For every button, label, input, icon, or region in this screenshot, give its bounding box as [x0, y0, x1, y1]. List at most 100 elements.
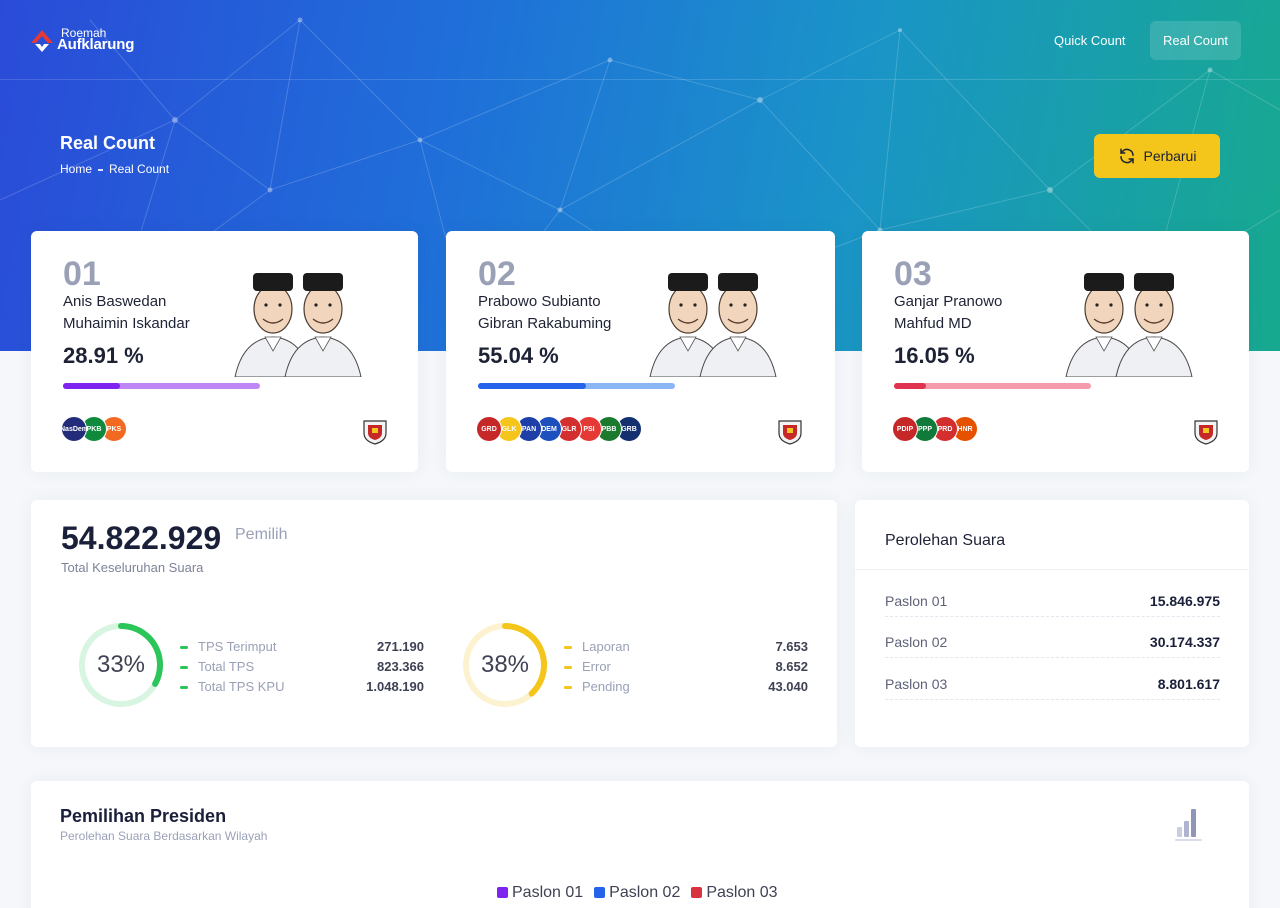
party-logo-label: PRD — [937, 425, 953, 433]
legend-value: 7.653 — [775, 639, 808, 654]
kpu-emblem-icon — [778, 420, 802, 445]
legend-label: Pending — [582, 679, 630, 694]
legend-dash — [564, 686, 572, 689]
breadcrumb: Home Real Count — [60, 162, 169, 176]
total-votes-label: Total Keseluruhan Suara — [61, 560, 204, 575]
party-logo-label: HNR — [957, 425, 973, 433]
candidate-names: Anis Baswedan Muhaimin Iskandar — [63, 291, 190, 335]
candidate-progress-fill — [63, 383, 120, 389]
logo-mark-icon — [31, 30, 53, 52]
kpu-emblem-icon — [1194, 420, 1218, 445]
brand-logo[interactable]: Roemah Aufklarung — [30, 26, 150, 56]
legend-label: Laporan — [582, 639, 630, 654]
brand-line2: Aufklarung — [57, 36, 135, 53]
kpu-emblem-icon — [363, 420, 387, 445]
legend-row: Total TPS KPU 1.048.190 — [180, 678, 424, 698]
president-name: Anis Baswedan — [63, 293, 167, 310]
party-logos: PDIP PPP PRD HNR — [892, 416, 978, 446]
legend-label: Total TPS KPU — [198, 679, 285, 694]
page-title: Real Count — [60, 133, 156, 153]
candidate-progress-bar — [63, 383, 260, 389]
breadcrumb-separator — [98, 168, 104, 171]
vote-row-value: 8.801.617 — [1157, 676, 1220, 692]
tps-legend: TPS Terimput 271.190 Total TPS 823.366 Total… — [180, 638, 424, 698]
candidate-card-01[interactable]: 01 Anis Baswedan Muhaimin Iskandar 28.91 % N… — [31, 231, 418, 472]
party-logo-label: GLR — [561, 425, 577, 433]
chart-legend: Paslon 01 Paslon 02 Paslon 03 — [497, 884, 778, 902]
total-votes: 54.822.929 — [61, 520, 222, 556]
president-name: Prabowo Subianto — [478, 293, 601, 310]
candidate-percent: 16.05 % — [894, 343, 975, 368]
report-percent: 38% — [480, 651, 530, 678]
legend-item[interactable]: Paslon 02 — [594, 884, 680, 902]
party-logo-label: PSI — [583, 425, 595, 433]
legend-swatch — [691, 887, 703, 898]
candidate-portrait — [649, 273, 777, 377]
legend-row: Laporan 7.653 — [564, 638, 808, 658]
party-logo-label: PBB — [601, 425, 617, 433]
nav-quick-count[interactable]: Quick Count — [1041, 21, 1139, 60]
candidate-names: Ganjar Pranowo Mahfud MD — [894, 291, 1002, 335]
legend-item[interactable]: Paslon 01 — [497, 884, 583, 902]
bar-chart-icon[interactable] — [1173, 807, 1205, 841]
party-logo-label: NasDem — [60, 425, 89, 433]
presidential-election-card: Pemilihan Presiden Perolehan Suara Berda… — [31, 781, 1249, 908]
legend-item[interactable]: Paslon 03 — [691, 884, 778, 902]
vote-results-title: Perolehan Suara — [885, 532, 1006, 549]
candidate-percent: 28.91 % — [63, 343, 144, 368]
candidate-portrait — [1065, 273, 1193, 377]
candidate-card-03[interactable]: 03 Ganjar Pranowo Mahfud MD 16.05 % PDIP PPP P… — [862, 231, 1249, 472]
party-logo-label: PDIP — [896, 425, 914, 433]
legend-dash — [180, 646, 188, 649]
party-logo-label: PAN — [521, 425, 537, 433]
party-logo: PDIP — [892, 416, 918, 442]
refresh-button[interactable]: Perbarui — [1094, 134, 1220, 178]
presidential-subtitle: Perolehan Suara Berdasarkan Wilayah — [60, 829, 268, 843]
candidate-card-02[interactable]: 02 Prabowo Subianto Gibran Rakabuming 55.04… — [446, 231, 835, 472]
vote-row-value: 30.174.337 — [1149, 634, 1220, 650]
candidate-progress-bar — [478, 383, 675, 389]
vote-row-label: Paslon 03 — [885, 676, 948, 692]
vice-president-name: Muhaimin Iskandar — [63, 315, 190, 332]
party-logo: NasDem — [60, 416, 89, 442]
refresh-icon — [1119, 148, 1134, 164]
party-logos: NasDem PKB PKS — [60, 416, 127, 446]
legend-label: Paslon 03 — [706, 884, 778, 901]
presidential-title: Pemilihan Presiden — [60, 806, 227, 826]
legend-row: TPS Terimput 271.190 — [180, 638, 424, 658]
legend-swatch — [594, 887, 606, 898]
vote-row: Paslon 03 8.801.617 — [885, 659, 1220, 700]
party-logo-label: GRD — [481, 425, 497, 433]
party-logo-label: GRB — [621, 425, 637, 433]
candidate-progress-fill — [894, 383, 926, 389]
candidate-percent: 55.04 % — [478, 343, 559, 368]
legend-value: 8.652 — [775, 659, 808, 674]
party-logos: GRD GLK PAN DEM GLR PSI PBB GRB — [476, 416, 642, 446]
legend-row: Total TPS 823.366 — [180, 658, 424, 678]
breadcrumb-current: Real Count — [109, 162, 170, 176]
vice-president-name: Mahfud MD — [894, 315, 972, 332]
legend-row: Pending 43.040 — [564, 678, 808, 698]
vote-results-card: Perolehan Suara Paslon 01 15.846.975 Pas… — [855, 500, 1249, 747]
party-logo-label: GLK — [501, 425, 517, 433]
legend-value: 1.048.190 — [366, 679, 424, 694]
divider — [855, 569, 1249, 570]
tps-percent: 33% — [96, 651, 146, 678]
legend-dash — [564, 646, 572, 649]
legend-label: Total TPS — [198, 659, 255, 674]
candidate-number: 02 — [478, 255, 516, 293]
legend-dash — [180, 686, 188, 689]
breadcrumb-home[interactable]: Home — [60, 162, 92, 176]
legend-row: Error 8.652 — [564, 658, 808, 678]
vote-row-label: Paslon 01 — [885, 593, 948, 609]
legend-label: TPS Terimput — [198, 639, 277, 654]
nav-real-count[interactable]: Real Count — [1150, 21, 1242, 60]
candidate-progress-bar — [894, 383, 1091, 389]
legend-label: Paslon 02 — [609, 884, 681, 901]
vote-row-label: Paslon 02 — [885, 634, 948, 650]
party-logo-label: PPP — [917, 425, 932, 433]
legend-value: 823.366 — [377, 659, 424, 674]
legend-dash — [564, 666, 572, 669]
legend-label: Error — [582, 659, 611, 674]
refresh-label: Perbarui — [1143, 148, 1197, 164]
